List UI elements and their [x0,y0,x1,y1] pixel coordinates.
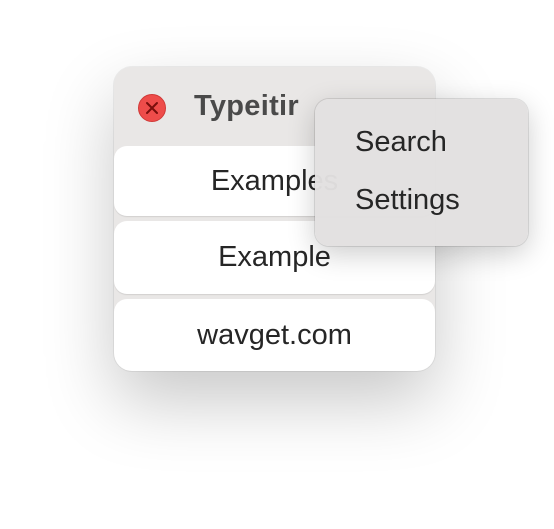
menu-item-settings[interactable]: Settings [355,184,460,217]
desktop-background: Typeitir Examples Example wavget.com Sea… [0,0,554,529]
close-icon [146,102,158,114]
menu-item-search[interactable]: Search [355,126,447,159]
window-title: Typeitir [194,90,299,122]
close-button[interactable] [138,94,166,122]
list-item-wavget[interactable]: wavget.com [114,299,435,371]
context-menu: Search Settings [315,99,528,246]
